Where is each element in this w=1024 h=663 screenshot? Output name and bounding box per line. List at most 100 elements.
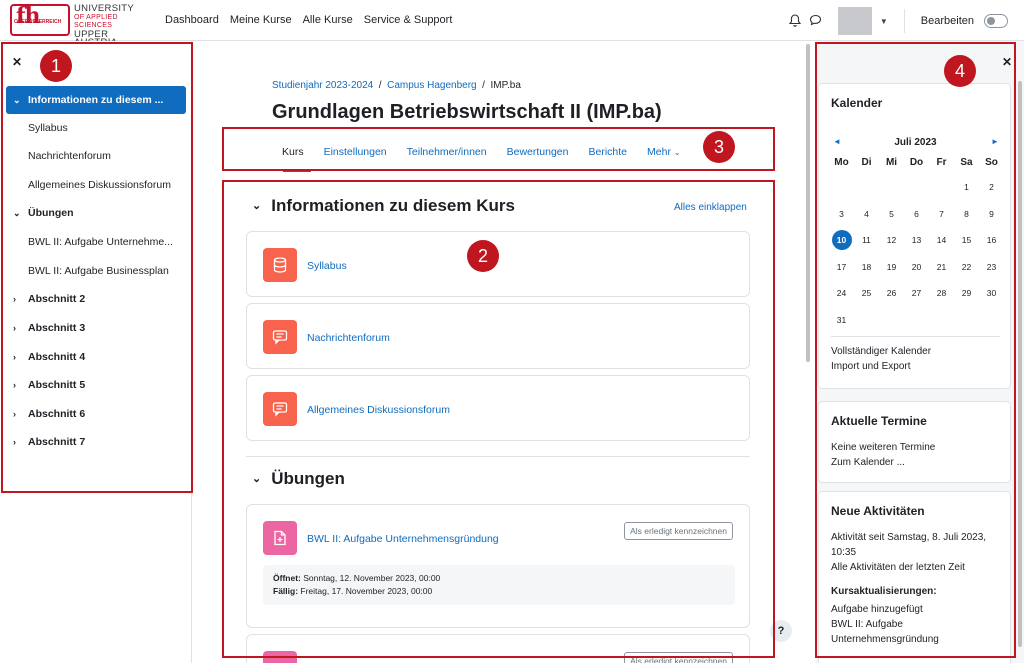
tab-settings[interactable]: Einstellungen [324,146,387,158]
calendar-day[interactable]: 14 [929,227,954,254]
tab-course[interactable]: Kurs [282,146,304,158]
index-item-label: BWL II: Aufgabe Businessplan [28,265,169,277]
calendar-day[interactable]: 1 [954,174,979,201]
chevron-down-icon[interactable]: ▼ [880,17,888,26]
chevron-right-icon: › [13,294,16,304]
index-section-info[interactable]: ⌄ Informationen zu diesem ... [6,86,186,114]
edit-mode-toggle[interactable] [984,14,1008,28]
weekday-header: Di [861,157,872,168]
close-icon[interactable]: ✕ [12,55,22,69]
index-item-assignment-1[interactable]: BWL II: Aufgabe Unternehme... [6,228,186,256]
tab-more[interactable]: Mehr ⌄ [647,146,681,158]
tab-participants[interactable]: Teilnehmer/innen [407,146,487,158]
nav-my-courses[interactable]: Meine Kurse [230,14,292,26]
calendar-day[interactable]: 27 [904,280,929,307]
forum-icon [263,320,297,354]
calendar-day[interactable]: 18 [854,254,879,281]
calendar-day[interactable]: 4 [854,201,879,228]
calendar-day[interactable]: 8 [954,201,979,228]
tab-reports[interactable]: Berichte [589,146,628,158]
collapse-all-link[interactable]: Alles einklappen [674,202,747,213]
calendar-day[interactable]: 25 [854,280,879,307]
chat-bubble-icon[interactable] [809,14,822,28]
index-section-exercises[interactable]: ⌄ Übungen [6,199,186,227]
go-to-calendar-link[interactable]: Zum Kalender ... [831,455,905,470]
calendar-day[interactable]: 9 [979,201,1004,228]
calendar-day[interactable]: 22 [954,254,979,281]
index-section-7[interactable]: › Abschnitt 7 [6,428,186,456]
tab-grades[interactable]: Bewertungen [507,146,569,158]
drawer-scrollbar[interactable] [1018,81,1022,647]
nav-all-courses[interactable]: Alle Kurse [303,14,353,26]
section-heading-info[interactable]: ⌄ Informationen zu diesem Kurs [252,196,515,216]
all-recent-activity-link[interactable]: Alle Aktivitäten der letzten Zeit [831,560,965,575]
index-item-label: Abschnitt 6 [28,408,86,420]
weekday-header: Fr [936,157,947,168]
calendar-day[interactable]: 13 [904,227,929,254]
index-item-assignment-2[interactable]: BWL II: Aufgabe Businessplan [6,257,186,285]
mark-as-done-button[interactable]: Als erledigt kennzeichnen [624,652,733,663]
calendar-day[interactable]: 31 [829,307,854,334]
calendar-day[interactable]: 29 [954,280,979,307]
index-item-label: Abschnitt 5 [28,379,86,391]
index-section-4[interactable]: › Abschnitt 4 [6,343,186,371]
next-month-icon[interactable]: ► [991,137,999,146]
main-scrollbar[interactable] [806,44,810,362]
active-tab-indicator [283,170,311,172]
help-button[interactable]: ? [770,620,792,642]
calendar-day[interactable]: 7 [929,201,954,228]
calendar-day[interactable]: 30 [979,280,1004,307]
activity-card-syllabus: Syllabus [246,231,750,297]
index-item-label: Nachrichtenforum [28,150,111,162]
calendar-day[interactable]: 26 [879,280,904,307]
activity-link-assignment[interactable]: BWL II: Aufgabe Unternehmensgründung [307,533,499,545]
index-section-5[interactable]: › Abschnitt 5 [6,371,186,399]
bell-icon[interactable] [788,13,801,29]
update-item-link[interactable]: BWL II: Aufgabe Unternehmensgründung [831,617,951,647]
calendar-day[interactable]: 11 [854,227,879,254]
index-item-syllabus[interactable]: Syllabus [6,114,186,142]
calendar-day-today[interactable]: 10 [829,227,854,254]
index-section-3[interactable]: › Abschnitt 3 [6,314,186,342]
chevron-right-icon: › [13,437,16,447]
index-item-discussion-forum[interactable]: Allgemeines Diskussionsforum [6,171,186,199]
nav-dashboard[interactable]: Dashboard [165,14,219,26]
breadcrumb-link-campus[interactable]: Campus Hagenberg [387,80,477,91]
activity-link-syllabus[interactable]: Syllabus [307,260,347,272]
calendar-day[interactable]: 16 [979,227,1004,254]
calendar-day[interactable]: 23 [979,254,1004,281]
calendar-empty-cell [854,174,879,201]
activity-card-discussion-forum: Allgemeines Diskussionsforum [246,375,750,441]
calendar-day[interactable]: 21 [929,254,954,281]
index-item-label: Syllabus [28,122,68,134]
calendar-day[interactable]: 12 [879,227,904,254]
chevron-right-icon: › [13,380,16,390]
calendar-day[interactable]: 19 [879,254,904,281]
import-export-link[interactable]: Import und Export [831,359,910,374]
index-section-2[interactable]: › Abschnitt 2 [6,285,186,313]
calendar-day[interactable]: 5 [879,201,904,228]
close-icon[interactable]: ✕ [1002,55,1012,69]
index-item-label: Abschnitt 7 [28,436,86,448]
calendar-day[interactable]: 17 [829,254,854,281]
recent-title: Neue Aktivitäten [831,504,925,518]
index-item-news-forum[interactable]: Nachrichtenforum [6,142,186,170]
calendar-day[interactable]: 20 [904,254,929,281]
calendar-day[interactable]: 3 [829,201,854,228]
index-section-6[interactable]: › Abschnitt 6 [6,400,186,428]
nav-service-support[interactable]: Service & Support [364,14,453,26]
calendar-day[interactable]: 24 [829,280,854,307]
mark-as-done-button[interactable]: Als erledigt kennzeichnen [624,522,733,540]
calendar-day[interactable]: 28 [929,280,954,307]
calendar-day[interactable]: 2 [979,174,1004,201]
calendar-day[interactable]: 6 [904,201,929,228]
university-logo[interactable]: fh OBERÖSTERREICH UNIVERSITY OF APPLIED S… [10,4,140,47]
section-heading-exercises[interactable]: ⌄ Übungen [252,469,345,489]
user-avatar[interactable] [837,7,872,35]
calendar-day[interactable]: 15 [954,227,979,254]
upcoming-title: Aktuelle Termine [831,414,927,428]
activity-link-discussion-forum[interactable]: Allgemeines Diskussionsforum [307,404,450,416]
full-calendar-link[interactable]: Vollständiger Kalender [831,344,931,359]
breadcrumb-link-year[interactable]: Studienjahr 2023-2024 [272,80,373,91]
activity-link-news-forum[interactable]: Nachrichtenforum [307,332,390,344]
